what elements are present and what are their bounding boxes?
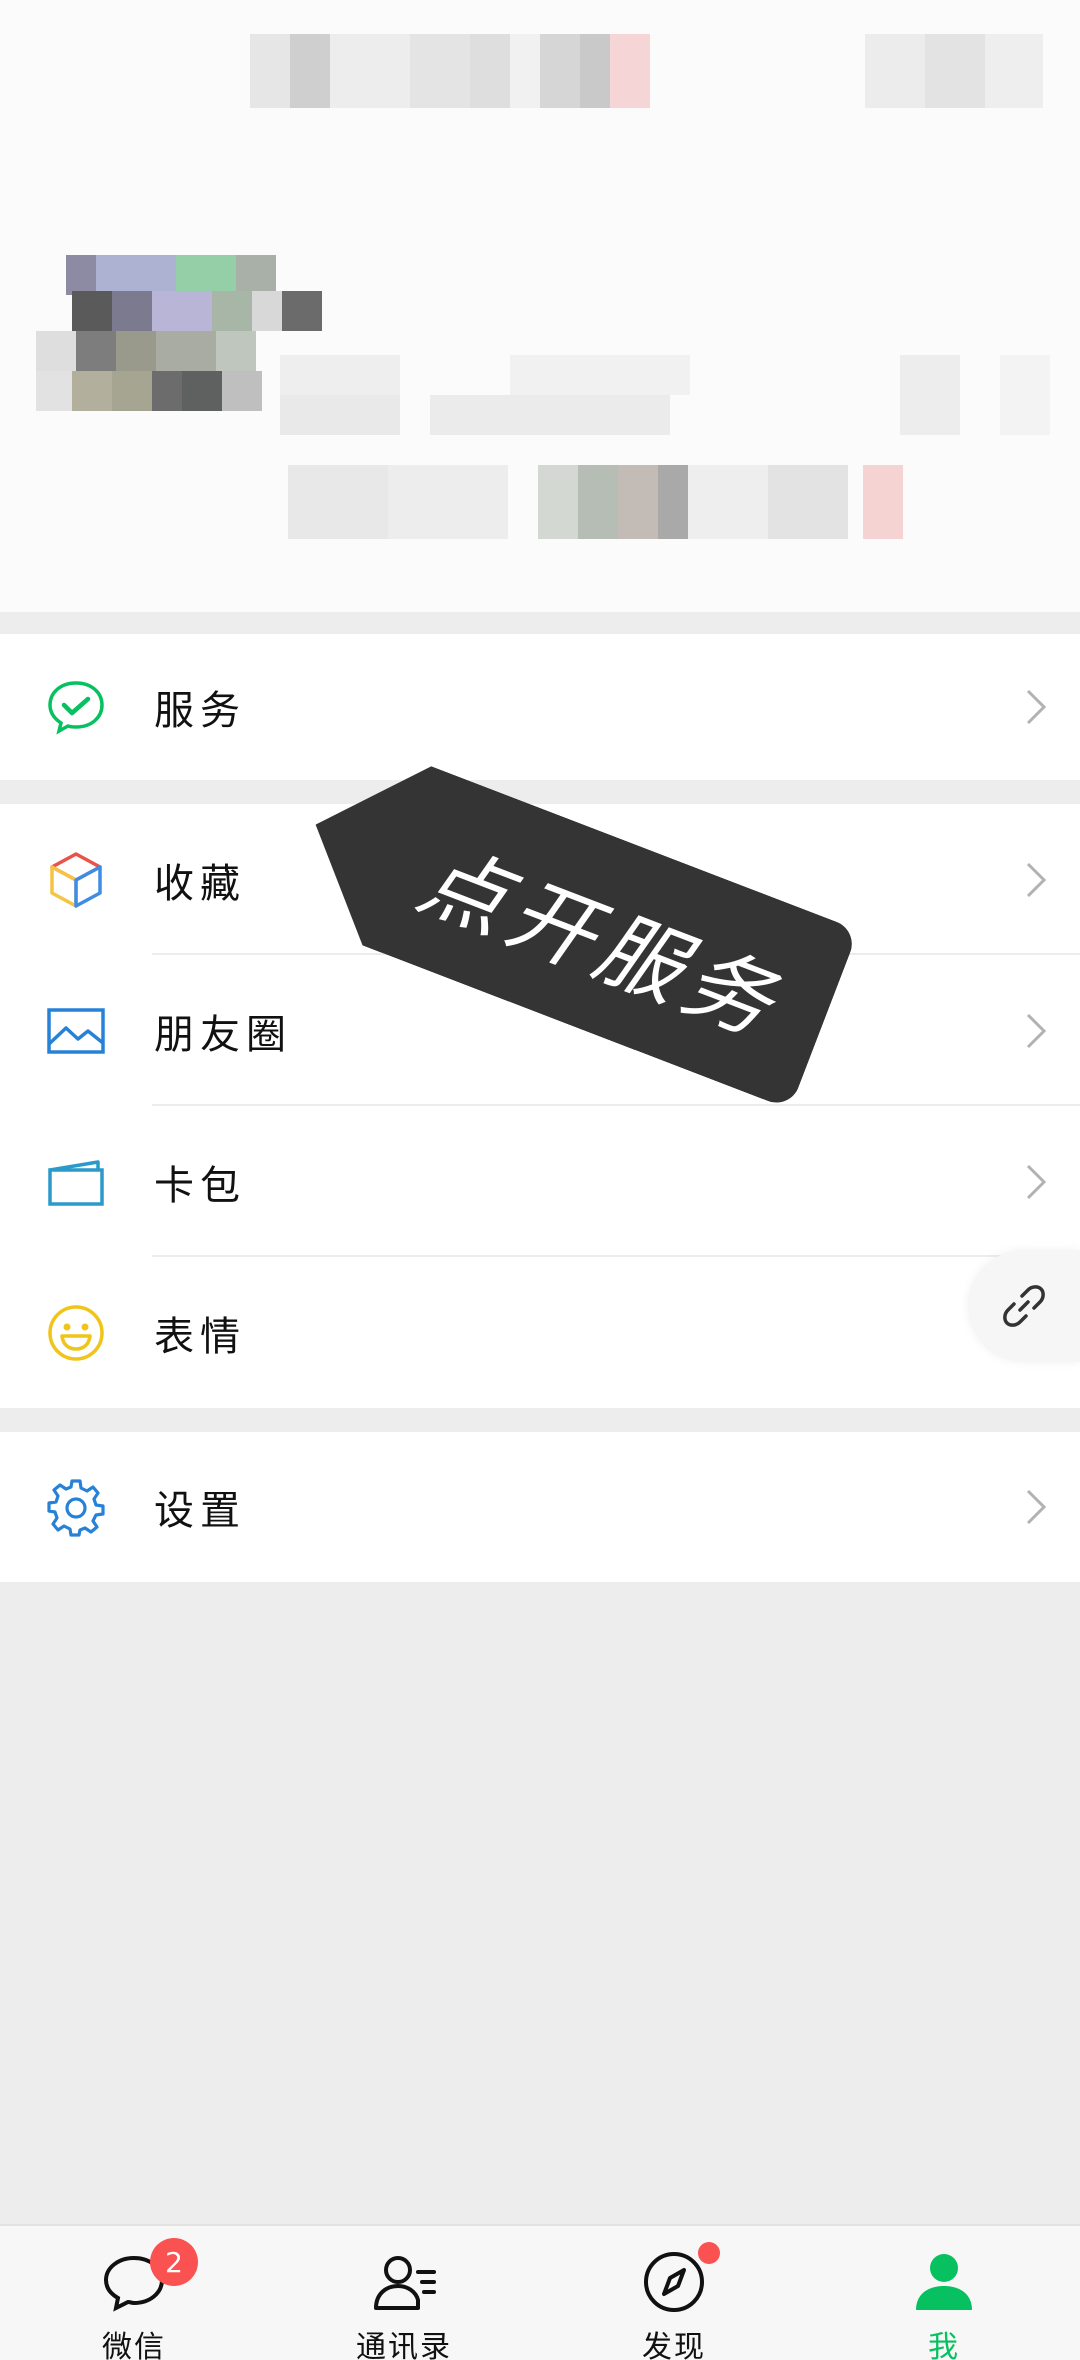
tab-me[interactable]: 我 <box>854 2226 1034 2360</box>
chevron-right-icon <box>1026 862 1047 897</box>
chevron-right-icon <box>1026 1164 1047 1199</box>
obscured-top-bar <box>250 34 650 108</box>
menu-label-stickers: 表情 <box>154 1313 246 1360</box>
tab-label-discover: 发现 <box>642 2330 706 2360</box>
menu-label-moments: 朋友圈 <box>154 1011 292 1058</box>
service-icon <box>44 675 108 739</box>
link-icon <box>1003 1285 1045 1327</box>
tab-chats[interactable]: 2 微信 <box>44 2226 224 2360</box>
menu-item-cards[interactable]: 卡包 <box>0 1106 1080 1257</box>
menu-label-cards: 卡包 <box>154 1162 246 1209</box>
menu-group-service: 服务 <box>0 634 1080 780</box>
menu-label-settings: 设置 <box>154 1488 246 1534</box>
tab-discover[interactable]: 发现 <box>584 2226 764 2360</box>
menu-label-service: 服务 <box>154 688 246 734</box>
chevron-right-icon <box>1026 1013 1047 1048</box>
new-activity-dot <box>698 2242 720 2264</box>
obscured-status-line <box>288 465 938 539</box>
favorites-cube-icon <box>44 848 108 912</box>
tab-contacts[interactable]: 通讯录 <box>314 2226 494 2360</box>
card-wallet-icon <box>44 1150 108 1214</box>
person-icon <box>916 2254 972 2310</box>
chevron-right-icon <box>1026 689 1047 725</box>
menu-item-service[interactable]: 服务 <box>0 634 1080 780</box>
obscured-top-right <box>865 34 1043 108</box>
obscured-account-info <box>280 355 1050 435</box>
menu-item-stickers[interactable]: 表情 <box>0 1257 1080 1408</box>
profile-header[interactable] <box>0 0 1080 612</box>
smiley-icon <box>44 1301 108 1365</box>
tab-label-me: 我 <box>928 2330 960 2360</box>
gear-icon <box>44 1475 108 1539</box>
floating-link-button[interactable] <box>968 1250 1080 1362</box>
menu-group-settings: 设置 <box>0 1432 1080 1582</box>
tab-label-chats: 微信 <box>102 2330 166 2360</box>
unread-badge: 2 <box>150 2238 198 2286</box>
moments-picture-icon <box>44 999 108 1063</box>
bottom-tab-bar: 2 微信 通讯录 发现 我 <box>0 2224 1080 2360</box>
tab-label-contacts: 通讯录 <box>356 2330 452 2360</box>
chevron-right-icon <box>1026 1489 1047 1525</box>
menu-label-favorites: 收藏 <box>154 860 246 907</box>
contacts-icon <box>374 2256 436 2310</box>
menu-item-settings[interactable]: 设置 <box>0 1432 1080 1582</box>
